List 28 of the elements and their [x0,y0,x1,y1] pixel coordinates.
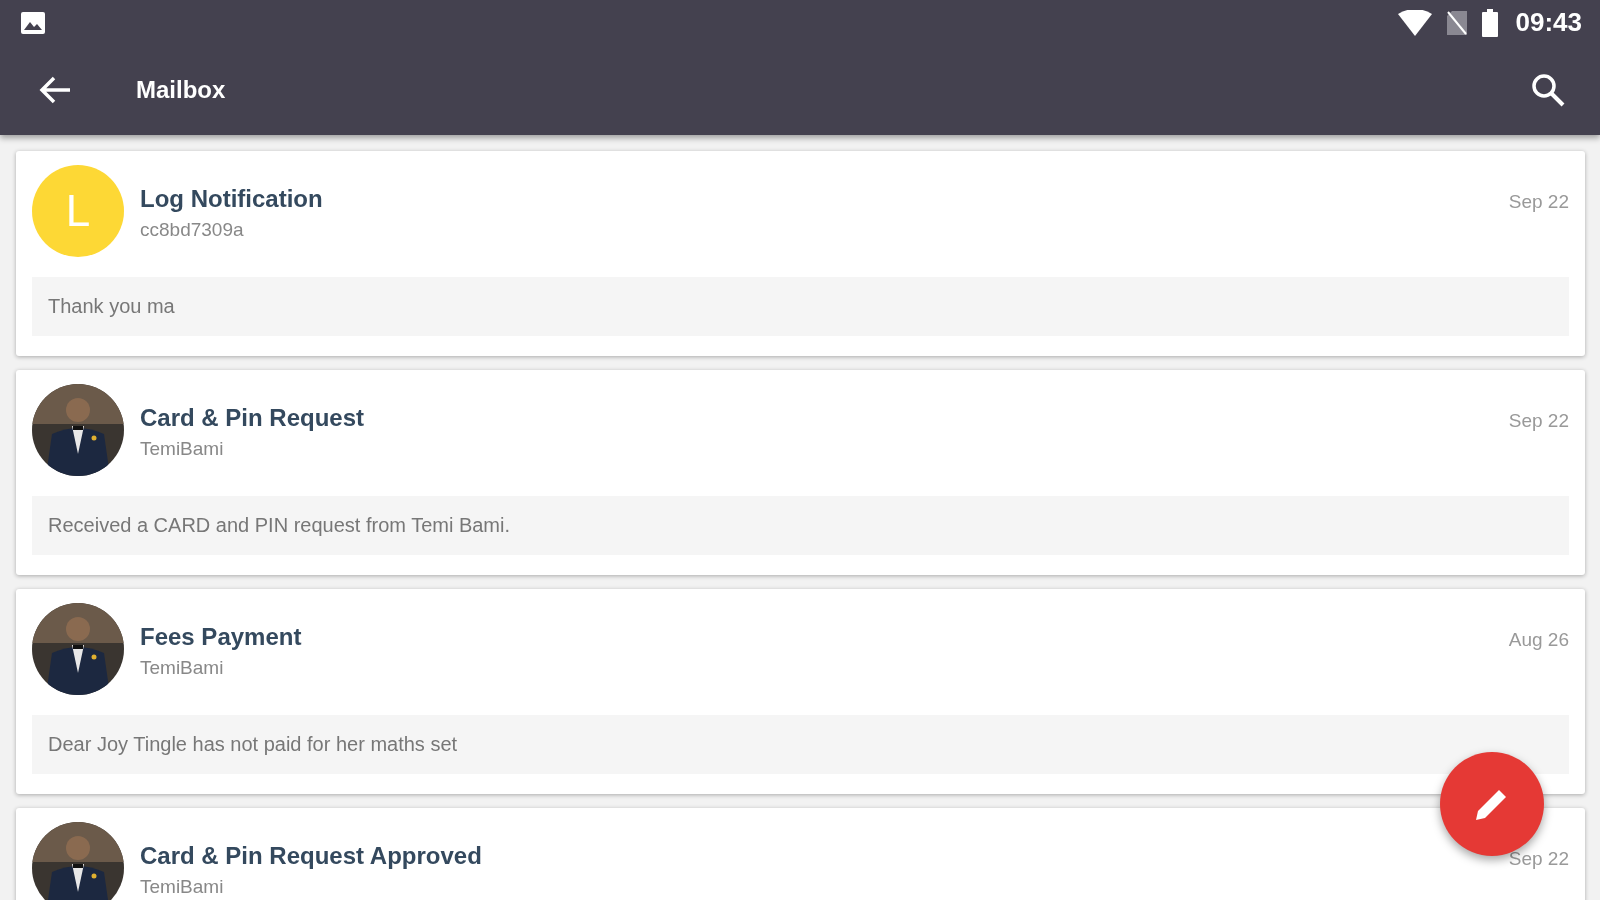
message-title: Card & Pin Request [140,404,366,432]
message-preview: Dear Joy Tingle has not paid for her maths set [32,715,1569,774]
message-card[interactable]: Card & Pin Request TemiBami Sep 22 Received a CARD and PIN request from Temi Bami. [16,370,1585,575]
search-icon [1530,72,1566,108]
message-preview: Received a CARD and PIN request from Temi Bami. [32,496,1569,555]
back-arrow-icon [38,75,72,105]
letter-avatar: L [32,165,124,257]
message-sender: TemiBami [140,438,225,460]
message-date: Sep 22 [1508,847,1569,870]
screen-title: Mailbox [136,76,227,104]
message-sender: TemiBami [140,876,225,898]
message-date: Sep 22 [1508,190,1569,213]
message-sender: cc8bd7309a [140,219,245,241]
message-card[interactable]: Card & Pin Request Approved TemiBami Sep 22 [16,808,1585,900]
no-sim-icon [1445,9,1468,36]
message-title: Card & Pin Request Approved [140,842,483,870]
message-preview: Thank you ma [32,277,1569,336]
message-card[interactable]: Fees Payment TemiBami Aug 26 Dear Joy Tingle has not paid for her maths set [16,589,1585,794]
message-title: Log Notification [140,185,324,213]
message-date: Sep 22 [1508,409,1569,432]
wifi-icon [1397,9,1432,36]
message-title: Fees Payment [140,623,303,651]
message-sender: TemiBami [140,657,225,679]
message-date: Aug 26 [1508,628,1569,651]
gallery-icon [20,10,46,35]
status-time: 09:43 [1515,7,1582,38]
battery-icon [1481,8,1498,37]
message-card[interactable]: L Log Notification cc8bd7309a Sep 22 Thank you ma [16,151,1585,356]
